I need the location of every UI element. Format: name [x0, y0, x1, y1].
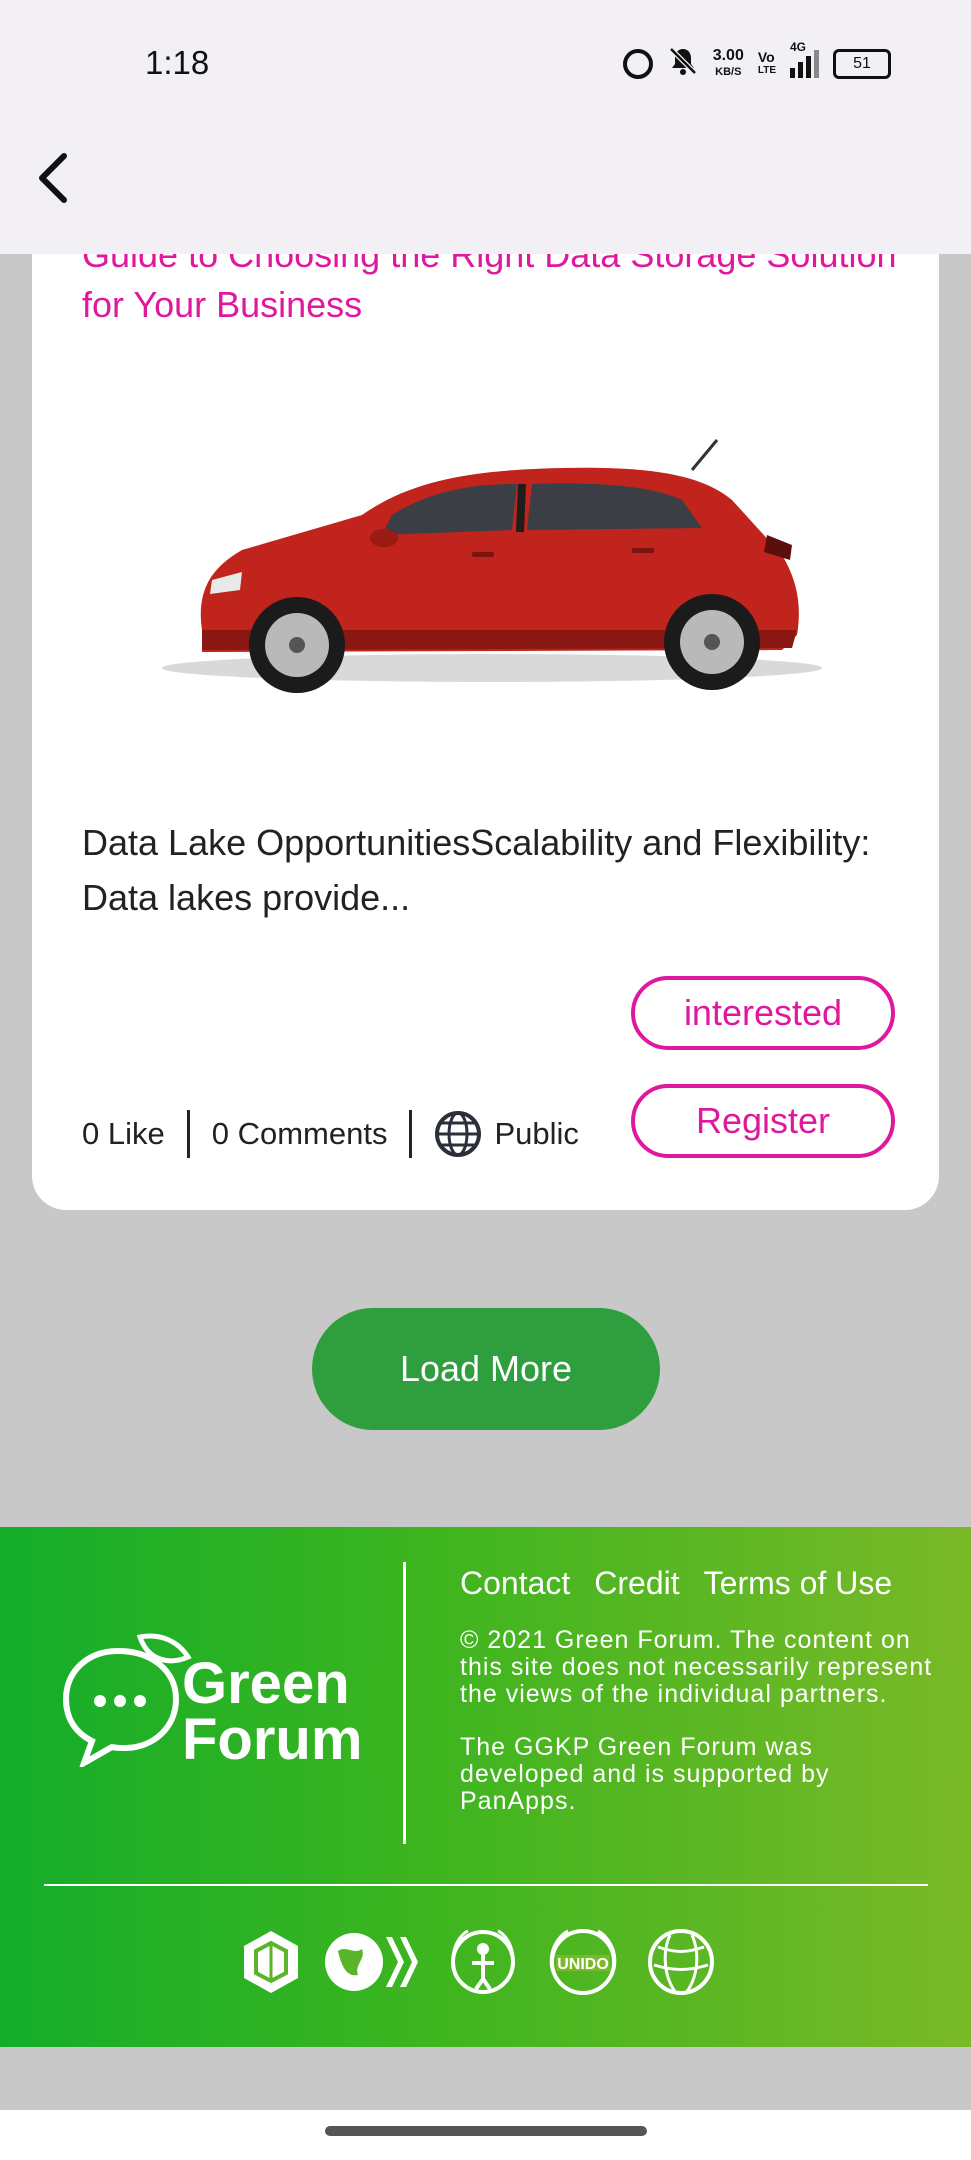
developed-by-text: The GGKP Green Forum was developed and i… — [460, 1733, 830, 1815]
terms-of-use-link[interactable]: Terms of Use — [704, 1565, 892, 1602]
unido-logo-icon[interactable]: UNIDO — [542, 1927, 624, 1997]
bell-muted-icon — [667, 45, 699, 83]
signal-icon: 4G — [790, 40, 819, 78]
footer-divider-vertical — [403, 1562, 406, 1844]
partner-logos: UNIDO — [240, 1927, 716, 1997]
ggkp-logo-icon[interactable] — [240, 1929, 302, 1995]
globe-arrows-logo-icon[interactable] — [324, 1929, 424, 1995]
net-speed-unit: KB/S — [715, 66, 742, 78]
net-speed-value: 3.00 — [712, 47, 744, 64]
copyright-text: © 2021 Green Forum. The content on this … — [460, 1626, 933, 1708]
contact-link[interactable]: Contact — [460, 1565, 570, 1602]
volte-bottom: LTE — [757, 65, 776, 76]
world-bank-logo-icon[interactable] — [646, 1927, 716, 1997]
interested-button[interactable]: interested — [631, 976, 895, 1050]
credit-link[interactable]: Credit — [594, 1565, 679, 1602]
battery-level: 51 — [853, 55, 871, 72]
back-arrow-icon — [39, 153, 67, 203]
back-button[interactable] — [30, 148, 80, 208]
green-forum-logo[interactable]: Green Forum — [48, 1627, 378, 1767]
logo-text-forum: Forum — [182, 1707, 362, 1767]
footer-divider-horizontal — [44, 1884, 928, 1886]
post-card[interactable]: Guide to Choosing the Right Data Storage… — [32, 200, 939, 1210]
volte-top: Vo — [757, 49, 775, 65]
home-indicator[interactable] — [325, 2126, 647, 2136]
network-type: 4G — [790, 40, 807, 54]
footer: Green Forum Contact Credit Terms of Use … — [0, 1527, 971, 2047]
globe-icon — [435, 1111, 482, 1157]
footer-text: © 2021 Green Forum. The content on this … — [460, 1627, 940, 1841]
battery-icon: 51 — [833, 49, 891, 79]
top-app-bar: 1:18 3.00 KB/S Vo LTE 4G 51 — [0, 0, 971, 254]
visibility-label: Public — [494, 1116, 579, 1151]
alarm-icon — [622, 49, 653, 79]
un-environment-logo-icon[interactable] — [446, 1927, 520, 1997]
post-excerpt: Data Lake OpportunitiesScalability and F… — [82, 822, 871, 918]
meta-divider — [409, 1110, 413, 1158]
meta-divider — [186, 1110, 190, 1158]
status-time: 1:18 — [145, 44, 210, 81]
comments-count[interactable]: 0 Comments — [212, 1116, 388, 1152]
footer-links: Contact Credit Terms of Use — [460, 1565, 892, 1602]
load-more-button[interactable]: Load More — [312, 1308, 660, 1430]
register-button[interactable]: Register — [631, 1084, 895, 1158]
volte-indicator: Vo LTE — [758, 50, 776, 78]
post-image — [162, 439, 822, 693]
status-icons: 3.00 KB/S Vo LTE 4G 51 — [622, 40, 891, 84]
likes-count[interactable]: 0 Like — [82, 1116, 165, 1152]
network-speed: 3.00 KB/S — [713, 48, 744, 80]
post-meta: 0 Like 0 Comments Public — [82, 1110, 579, 1158]
svg-text:UNIDO: UNIDO — [557, 1956, 609, 1973]
